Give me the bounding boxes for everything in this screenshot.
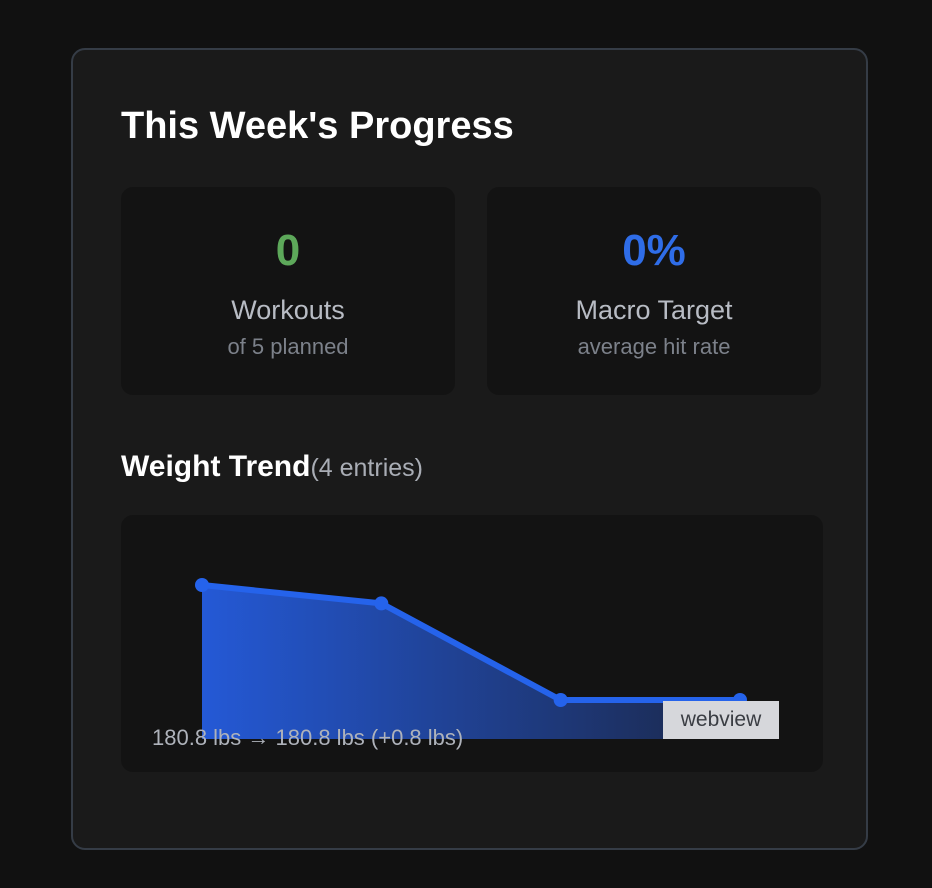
macro-target-sublabel: average hit rate xyxy=(577,334,731,359)
trend-point xyxy=(374,596,389,611)
workouts-label: Workouts xyxy=(231,295,345,325)
weight-trend-chart: 180.8 lbs → 180.8 lbs (+0.8 lbs) webview xyxy=(121,515,823,772)
trend-area xyxy=(202,585,740,739)
workouts-count: 0 xyxy=(275,226,301,275)
workouts-stat-card: 0 Workouts of 5 planned xyxy=(121,187,455,395)
workouts-sublabel: of 5 planned xyxy=(227,334,349,359)
webview-label: webview xyxy=(663,701,779,739)
macro-target-stat-card: 0% Macro Target average hit rate xyxy=(487,187,821,395)
weight-trend-title: Weight Trend xyxy=(121,450,311,483)
macro-target-label: Macro Target xyxy=(575,295,733,325)
macro-target-value: 0% xyxy=(622,226,686,275)
trend-point xyxy=(553,693,568,707)
trend-point xyxy=(195,578,209,592)
weight-change-summary: 180.8 lbs → 180.8 lbs (+0.8 lbs) xyxy=(152,725,464,750)
weight-trend-heading: Weight Trend(4 entries) xyxy=(121,448,423,487)
weight-trend-entry-count: (4 entries) xyxy=(310,454,423,482)
page-title: This Week's Progress xyxy=(121,105,514,147)
weekly-progress-card: This Week's Progress 0 Workouts of 5 pla… xyxy=(71,48,868,850)
